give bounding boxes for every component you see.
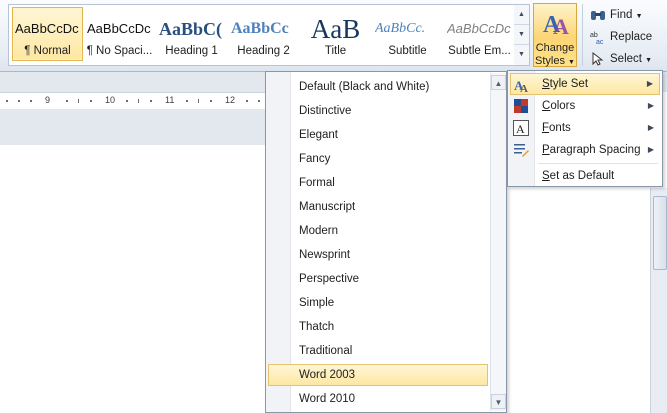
group-separator	[582, 4, 583, 66]
style-preview: AaBbC(	[159, 19, 223, 39]
menu-item-fonts[interactable]: A Fonts ▶	[510, 117, 660, 139]
style-name: Subtle Em...	[448, 45, 511, 57]
cursor-icon	[592, 52, 604, 66]
ruler-number: 12	[225, 95, 236, 105]
style-tile-heading-1[interactable]: AaBbC( Heading 1	[156, 7, 227, 61]
submenu-arrow-icon: ▶	[647, 101, 654, 110]
style-name: Subtitle	[388, 45, 427, 57]
style-set-item[interactable]: Newsprint	[268, 244, 488, 266]
ruler-dot	[90, 100, 92, 102]
style-tile-heading-2[interactable]: AaBbCc Heading 2	[228, 7, 299, 61]
style-name: ¶ Normal	[24, 45, 71, 57]
style-set-item[interactable]: Manuscript	[268, 196, 488, 218]
ruler-tick	[78, 99, 79, 103]
colors-icon	[514, 99, 528, 113]
replace-icon: ab ac	[590, 32, 604, 44]
ruler-dot	[6, 100, 8, 102]
svg-text:A: A	[553, 14, 569, 38]
menu-item-paragraph-spacing[interactable]: Paragraph Spacing ▶	[510, 139, 660, 161]
menu-separator	[538, 163, 658, 164]
change-styles-icon: A A	[543, 12, 569, 38]
ruler-dot	[186, 100, 188, 102]
style-set-menu: Default (Black and White) Distinctive El…	[265, 71, 507, 413]
style-set-item[interactable]: Traditional	[268, 340, 488, 362]
ruler-number: 10	[105, 95, 116, 105]
style-set-item-highlighted[interactable]: Word 2003	[268, 364, 488, 386]
style-set-item[interactable]: Formal	[268, 172, 488, 194]
style-name: ¶ No Spaci...	[86, 45, 153, 57]
submenu-arrow-icon: ▶	[646, 79, 653, 88]
style-preview: AaBbCc	[231, 20, 289, 37]
change-styles-menu: A A Style Set ▶ Colors ▶ A Fonts ▶ Parag…	[507, 70, 663, 187]
style-preview: AaBbCc.	[375, 21, 426, 36]
paragraph-spacing-icon	[514, 144, 529, 157]
style-tile-no-spacing[interactable]: AaBbCcDc ¶ No Spaci...	[84, 7, 155, 61]
gallery-scroll: ▲ ▼ ▼	[514, 4, 530, 66]
ribbon: AaBbCcDc ¶ Normal AaBbCcDc ¶ No Spaci...…	[0, 0, 667, 72]
vertical-scrollbar[interactable]	[650, 188, 667, 413]
style-preview: AaB	[310, 14, 361, 44]
style-tile-subtle-emphasis[interactable]: AaBbCcDc Subtle Em...	[444, 7, 515, 61]
style-set-item[interactable]: Distinctive	[268, 100, 488, 122]
ruler-number: 9	[45, 95, 51, 105]
style-set-item[interactable]: Thatch	[268, 316, 488, 338]
ruler-dot	[210, 100, 212, 102]
menu-item-colors[interactable]: Colors ▶	[510, 95, 660, 117]
ruler-number: 11	[165, 95, 175, 105]
fonts-icon: A	[513, 120, 529, 136]
ruler-dot	[246, 100, 248, 102]
style-preview: AaBbCcDc	[447, 21, 511, 36]
style-name: Heading 1	[165, 45, 218, 57]
svg-text:A: A	[520, 83, 528, 93]
style-tile-normal[interactable]: AaBbCcDc ¶ Normal	[12, 7, 83, 61]
submenu-arrow-icon: ▶	[647, 123, 654, 132]
style-preview: AaBbCcDc	[15, 21, 79, 36]
find-button[interactable]: Find ▼	[590, 6, 662, 24]
select-button[interactable]: Select ▼	[590, 50, 662, 68]
ruler-tick	[138, 99, 139, 103]
replace-button[interactable]: ab ac Replace	[590, 28, 662, 46]
style-set-item[interactable]: Modern	[268, 220, 488, 242]
scroll-down-icon[interactable]: ▼	[491, 394, 506, 409]
menu-item-style-set[interactable]: A A Style Set ▶	[510, 73, 660, 95]
submenu-arrow-icon: ▶	[647, 145, 654, 154]
scroll-up-icon[interactable]: ▲	[491, 75, 506, 90]
style-set-item[interactable]: Fancy	[268, 148, 488, 170]
style-set-item[interactable]: Perspective	[268, 268, 488, 290]
ruler-dot	[150, 100, 152, 102]
gallery-up-icon[interactable]: ▲	[514, 5, 529, 25]
style-set-icon: A A	[514, 78, 528, 93]
style-set-item[interactable]: Simple	[268, 292, 488, 314]
gallery-more-icon[interactable]: ▼	[514, 45, 529, 65]
style-preview: AaBbCcDc	[87, 21, 151, 36]
style-set-item[interactable]: Word 2010	[268, 388, 488, 410]
menu-item-set-as-default[interactable]: Set as Default	[510, 165, 660, 187]
ruler-tick	[198, 99, 199, 103]
style-name: Title	[324, 45, 347, 57]
change-styles-button[interactable]: A A Change Styles ▼	[533, 3, 577, 67]
style-set-item[interactable]: Elegant	[268, 124, 488, 146]
style-name: Heading 2	[237, 45, 290, 57]
style-tile-title[interactable]: AaB Title	[300, 7, 371, 61]
ruler-dot	[126, 100, 128, 102]
svg-text:A: A	[516, 122, 525, 136]
svg-text:ac: ac	[596, 39, 604, 44]
binoculars-icon	[591, 11, 605, 20]
ruler-dot	[66, 100, 68, 102]
style-set-item[interactable]: Default (Black and White)	[268, 76, 488, 98]
change-styles-label: Change Styles ▼	[535, 42, 575, 67]
style-set-scrollbar[interactable]: ▲ ▼	[490, 73, 506, 411]
ruler-dot	[30, 100, 32, 102]
svg-text:ab: ab	[590, 32, 598, 39]
scrollbar-thumb[interactable]	[653, 196, 667, 270]
ruler-dot	[258, 100, 260, 102]
styles-gallery: AaBbCcDc ¶ Normal AaBbCcDc ¶ No Spaci...…	[8, 4, 516, 66]
gallery-down-icon[interactable]: ▼	[514, 25, 529, 45]
style-tile-subtitle[interactable]: AaBbCc. Subtitle	[372, 7, 443, 61]
ruler-dot	[18, 100, 20, 102]
